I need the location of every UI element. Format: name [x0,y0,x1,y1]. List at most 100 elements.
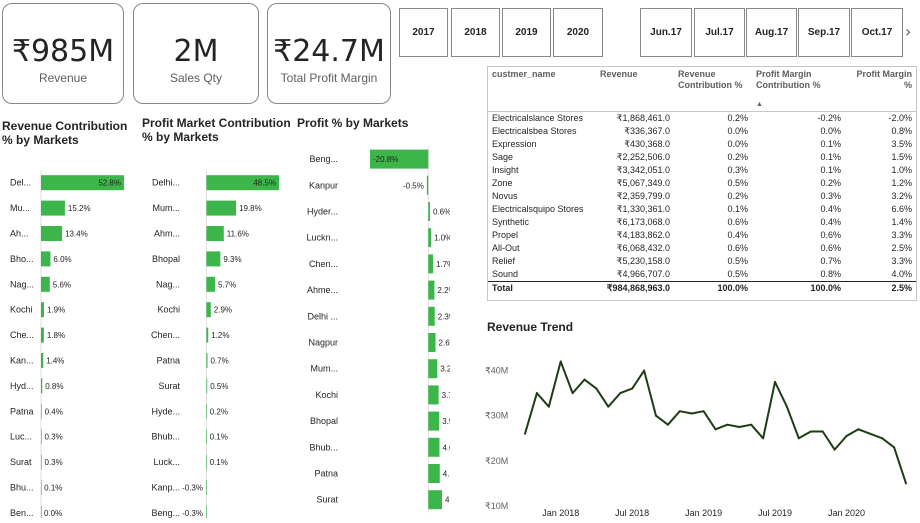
col-header-profit-contribution[interactable]: Profit Margin Contribution % ▲ [752,67,845,111]
bar[interactable] [428,333,436,352]
bar[interactable] [428,306,435,326]
line-point[interactable] [738,426,741,428]
line-point[interactable] [678,410,681,413]
line-point[interactable] [654,414,657,417]
bar[interactable] [41,353,44,368]
col-header-revenue-contribution[interactable]: Revenue Contribution % [674,67,752,111]
year-slicer-2020[interactable]: 2020 [553,8,603,57]
bar[interactable] [206,251,221,267]
bar[interactable] [206,454,208,470]
line-point[interactable] [821,430,824,433]
line-point[interactable] [547,405,550,408]
line-point[interactable] [571,392,574,395]
line-point[interactable] [797,437,800,440]
line-point[interactable] [905,482,907,485]
table-row[interactable]: Electricalsbea Stores ₹336,367.0 0.0% 0.0% 0… [488,125,916,138]
line-point[interactable] [524,432,526,435]
chevron-right-icon[interactable]: › [905,22,911,41]
line-point[interactable] [643,369,646,372]
bar[interactable] [428,490,442,510]
bar[interactable] [206,505,207,518]
line-point[interactable] [619,392,622,395]
bar[interactable] [206,480,207,495]
line-point[interactable] [607,405,610,408]
line-point[interactable] [583,378,586,381]
line-point[interactable] [714,428,717,431]
line-point[interactable] [845,435,848,438]
bar[interactable] [206,226,224,241]
table-row[interactable]: Sound ₹4,966,707.0 0.5% 0.8% 4.0% [488,268,916,282]
table-row[interactable]: Insight ₹3,342,051.0 0.3% 0.1% 1.0% [488,164,916,177]
table-row[interactable]: All-Out ₹6,068,432.0 0.6% 0.6% 2.5% [488,242,916,255]
line-point[interactable] [762,437,765,440]
month-slicer-jun17[interactable]: Jun.17 [640,8,692,57]
line-point[interactable] [809,430,812,433]
bar[interactable] [428,385,439,405]
bar[interactable] [41,251,51,267]
table-row[interactable]: Propel ₹4,183,862.0 0.4% 0.6% 3.3% [488,229,916,242]
line-point[interactable] [833,448,836,451]
col-header-revenue[interactable]: Revenue [596,67,674,111]
bar[interactable] [428,359,438,379]
bar[interactable] [41,429,42,445]
bar[interactable] [41,327,44,343]
bar[interactable] [41,480,42,495]
line-point[interactable] [535,392,538,395]
line-point[interactable] [881,437,884,440]
line-point[interactable] [750,423,753,426]
revenue-trend-line[interactable] [524,360,907,484]
col-header-profit-margin[interactable]: Profit Margin % [845,67,916,111]
table-row[interactable]: Electricalsquipo Stores ₹1,330,361.0 0.1% 0… [488,203,916,216]
bar[interactable] [206,378,208,394]
bar[interactable] [428,280,435,300]
line-point[interactable] [785,405,788,408]
bar[interactable] [206,276,215,292]
bar[interactable] [206,403,208,419]
bar[interactable] [206,302,211,318]
year-slicer-2019[interactable]: 2019 [502,8,551,57]
bar[interactable] [428,254,434,274]
line-point[interactable] [869,432,872,435]
line-point[interactable] [666,423,669,426]
bar[interactable] [428,437,440,457]
bar[interactable] [428,228,432,248]
table-row[interactable]: Synthetic ₹6,173,068.0 0.6% 0.4% 1.4% [488,216,916,229]
line-point[interactable] [726,423,729,426]
table-row[interactable]: Novus ₹2,359,799.0 0.2% 0.3% 3.2% [488,190,916,203]
bar[interactable] [426,175,429,195]
month-slicer-oct17[interactable]: Oct.17 [851,8,903,57]
table-row[interactable]: Zone ₹5,067,349.0 0.5% 0.2% 1.2% [488,177,916,190]
year-slicer-2018[interactable]: 2018 [451,8,500,57]
bar[interactable] [206,327,209,343]
line-point[interactable] [595,387,598,390]
line-point[interactable] [631,387,634,390]
line-point[interactable] [857,428,860,431]
bar[interactable] [41,378,43,394]
month-slicer-sep17[interactable]: Sep.17 [798,8,850,57]
line-point[interactable] [893,446,896,449]
table-row[interactable]: Expression ₹430,368.0 0.0% 0.1% 3.5% [488,138,916,151]
bar[interactable] [41,403,42,419]
table-row[interactable]: Electricalslance Stores ₹1,868,461.0 0.2% -… [488,111,916,125]
bar[interactable] [428,411,440,431]
bar[interactable] [206,429,208,445]
bar[interactable] [206,353,208,368]
bar[interactable] [41,226,63,241]
line-point[interactable] [702,410,705,413]
col-header-customer[interactable]: custmer_name [488,67,596,111]
bar[interactable] [41,302,44,318]
bar[interactable] [206,200,237,216]
table-row[interactable]: Relief ₹5,230,158.0 0.5% 0.7% 3.3% [488,255,916,268]
bar[interactable] [428,202,430,221]
line-point[interactable] [690,412,693,415]
bar[interactable] [41,200,65,216]
bar[interactable] [41,276,50,292]
line-point[interactable] [559,360,562,363]
table-row[interactable]: Sage ₹2,252,506.0 0.2% 0.1% 1.5% [488,151,916,164]
bar[interactable] [41,454,42,470]
bar[interactable] [428,464,440,483]
month-slicer-jul17[interactable]: Jul.17 [694,8,745,57]
month-slicer-aug17[interactable]: Aug.17 [746,8,797,57]
bar[interactable] [41,505,42,518]
year-slicer-2017[interactable]: 2017 [399,8,448,57]
